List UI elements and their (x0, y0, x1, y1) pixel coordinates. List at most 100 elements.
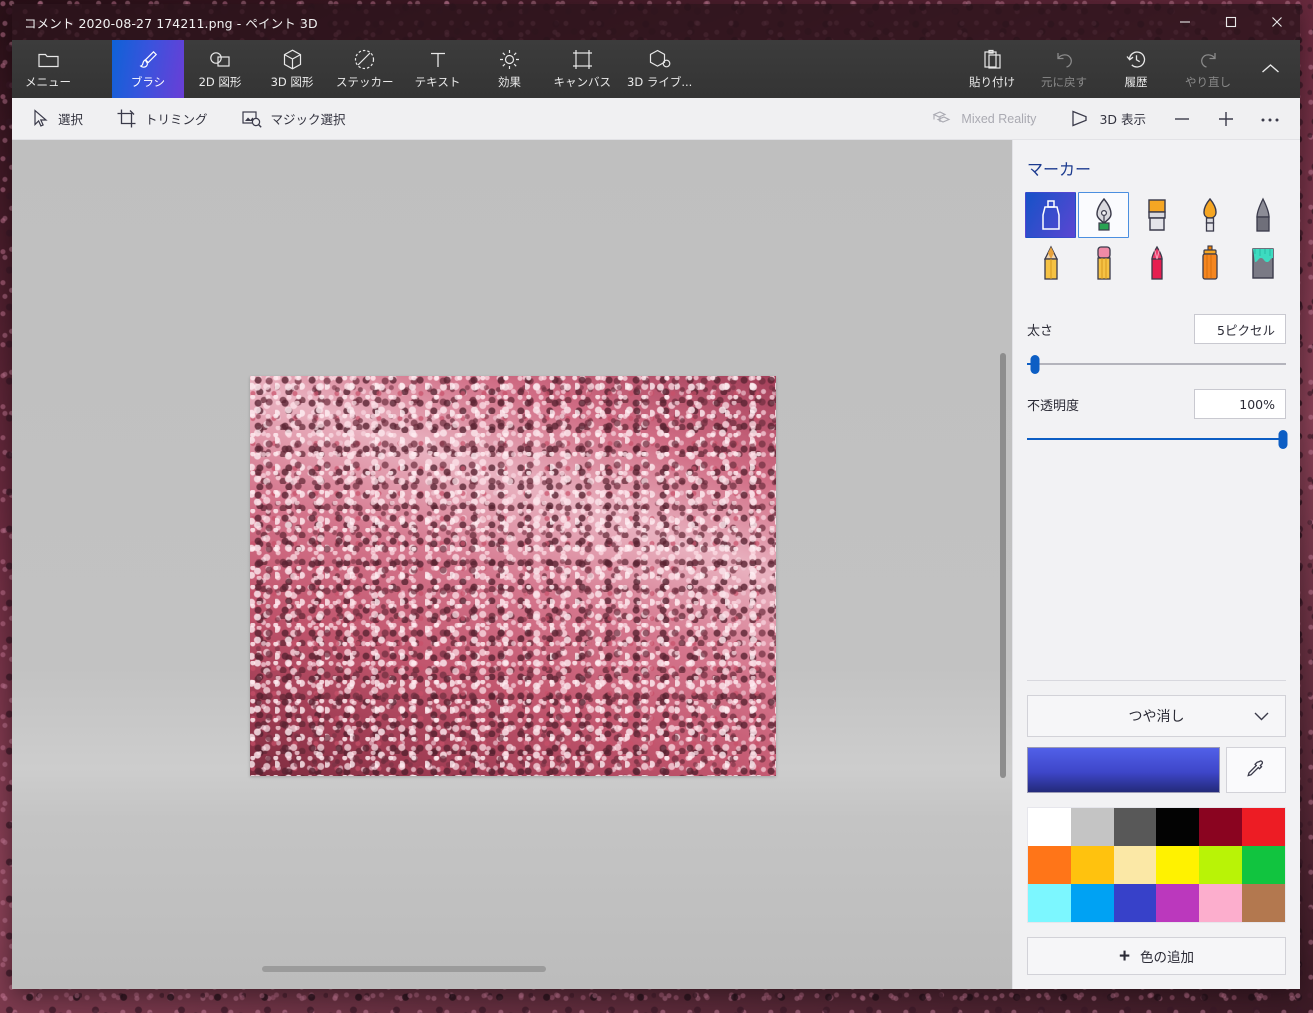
tab-3d-library[interactable]: 3D ライブ... (619, 40, 700, 98)
thickness-slider-thumb[interactable] (1030, 355, 1040, 374)
text-icon (428, 49, 448, 71)
fill-bucket-icon (1251, 248, 1274, 279)
marker-icon (1041, 200, 1060, 230)
swatch-indigo[interactable] (1113, 884, 1157, 922)
brush-calligraphy-pen[interactable] (1078, 192, 1129, 238)
tab-2d-shapes[interactable]: 2D 図形 (184, 40, 256, 98)
pencil-icon (1043, 245, 1058, 280)
swatch-pink[interactable] (1199, 884, 1243, 922)
tab-stickers[interactable]: ステッカー (328, 40, 402, 98)
window-title: コメント 2020-08-27 174211.png - ペイント 3D (24, 15, 318, 31)
maximize-button[interactable] (1208, 4, 1254, 40)
brush-pixel-pen[interactable] (1237, 192, 1288, 238)
swatch-blue[interactable] (1070, 884, 1114, 922)
crop-icon (117, 109, 136, 128)
tab-text[interactable]: テキスト (402, 40, 474, 98)
redo-button[interactable]: やり直し (1172, 40, 1244, 98)
swatch-dark-red[interactable] (1199, 808, 1243, 846)
eyedropper-button[interactable] (1226, 747, 1286, 793)
swatch-amber[interactable] (1070, 846, 1114, 884)
swatch-magenta[interactable] (1156, 884, 1200, 922)
canvas-image[interactable] (250, 376, 776, 776)
menu-button[interactable]: メニュー (12, 40, 84, 98)
mixed-reality-label: Mixed Reality (961, 111, 1037, 126)
thickness-value-box[interactable]: 5ピクセル (1194, 314, 1286, 344)
tab-3d-shapes-label: 3D 図形 (270, 74, 314, 89)
brush-marker[interactable] (1025, 192, 1076, 238)
swatch-lime[interactable] (1199, 846, 1243, 884)
window-controls (1162, 4, 1300, 40)
swatch-white[interactable] (1028, 808, 1071, 846)
brush-watercolor[interactable] (1184, 192, 1235, 238)
close-button[interactable] (1254, 4, 1300, 40)
shapes-2d-icon (209, 49, 231, 71)
undo-button[interactable]: 元に戻す (1028, 40, 1100, 98)
material-dropdown[interactable]: つや消し (1027, 695, 1286, 737)
paste-button[interactable]: 貼り付け (956, 40, 1028, 98)
zoom-out-button[interactable] (1160, 102, 1204, 136)
swatch-dark-gray[interactable] (1113, 808, 1157, 846)
opacity-slider-thumb[interactable] (1278, 430, 1288, 449)
magic-select-button[interactable]: マジック選択 (228, 102, 360, 136)
view-3d-button[interactable]: 3D 表示 (1056, 102, 1160, 136)
canvas-frame-icon (572, 49, 593, 71)
sub-toolbar: 選択 トリミング マジック選択 Mixed Reality 3D 表示 (12, 98, 1300, 140)
plus-icon: + (1118, 945, 1131, 967)
swatch-orange[interactable] (1028, 846, 1071, 884)
crop-tool-button[interactable]: トリミング (103, 102, 222, 136)
paint3d-window: コメント 2020-08-27 174211.png - ペイント 3D メニュ… (12, 4, 1300, 989)
close-icon (1272, 17, 1282, 27)
thickness-slider[interactable] (1027, 353, 1286, 375)
brush-crayon[interactable] (1131, 240, 1182, 286)
current-color-swatch[interactable] (1027, 747, 1220, 793)
ribbon-right-group: 貼り付け 元に戻す 履歴 やり直し (956, 40, 1300, 98)
maximize-icon (1225, 16, 1237, 28)
brush-oil[interactable] (1131, 192, 1182, 238)
tab-effects[interactable]: 効果 (474, 40, 546, 98)
swatch-black[interactable] (1156, 808, 1200, 846)
tab-brushes[interactable]: ブラシ (112, 40, 184, 98)
mixed-reality-button[interactable]: Mixed Reality (918, 102, 1050, 136)
history-button[interactable]: 履歴 (1100, 40, 1172, 98)
tab-effects-label: 効果 (498, 74, 521, 89)
opacity-slider[interactable] (1027, 428, 1288, 450)
chevron-up-icon (1261, 64, 1279, 73)
magic-select-icon (241, 110, 262, 128)
select-tool-button[interactable]: 選択 (18, 102, 97, 136)
swatch-cream[interactable] (1113, 846, 1157, 884)
oil-brush-icon (1147, 199, 1166, 231)
chevron-down-icon (1254, 712, 1269, 721)
minimize-button[interactable] (1162, 4, 1208, 40)
cursor-select-icon (32, 109, 49, 128)
horizontal-scrollbar[interactable] (262, 966, 546, 972)
ribbon-left-group: メニュー (12, 40, 84, 98)
more-options-button[interactable] (1248, 102, 1292, 136)
swatch-yellow[interactable] (1156, 846, 1200, 884)
swatch-cyan[interactable] (1028, 884, 1071, 922)
brush-fill-bucket[interactable] (1237, 240, 1288, 286)
brush-pencil[interactable] (1025, 240, 1076, 286)
window-titlebar[interactable]: コメント 2020-08-27 174211.png - ペイント 3D (12, 4, 1300, 40)
tab-canvas[interactable]: キャンバス (546, 40, 620, 98)
ribbon-tools-group: ブラシ 2D 図形 3D 図形 ステッカー テキスト 効果 キャンバス 3D ラ… (112, 40, 700, 98)
panel-bottom-pad (1025, 975, 1288, 989)
folder-icon (37, 49, 59, 71)
swatch-red[interactable] (1242, 808, 1285, 846)
collapse-ribbon-button[interactable] (1244, 40, 1296, 98)
tab-3d-shapes[interactable]: 3D 図形 (256, 40, 328, 98)
opacity-label: 不透明度 (1027, 398, 1080, 414)
swatch-brown[interactable] (1242, 884, 1285, 922)
magic-select-label: マジック選択 (270, 112, 346, 127)
brush-eraser[interactable] (1078, 240, 1129, 286)
opacity-value-box[interactable]: 100% (1194, 389, 1286, 419)
add-color-button[interactable]: + 色の追加 (1027, 937, 1286, 975)
paste-icon (983, 49, 1002, 71)
brush-spray-can[interactable] (1184, 240, 1235, 286)
zoom-in-button[interactable] (1204, 102, 1248, 136)
watercolor-brush-icon (1202, 197, 1217, 232)
swatch-green[interactable] (1242, 846, 1285, 884)
swatch-light-gray[interactable] (1070, 808, 1114, 846)
vertical-scrollbar[interactable] (1000, 353, 1006, 778)
canvas-area[interactable] (12, 140, 1012, 989)
undo-icon (1054, 49, 1075, 71)
